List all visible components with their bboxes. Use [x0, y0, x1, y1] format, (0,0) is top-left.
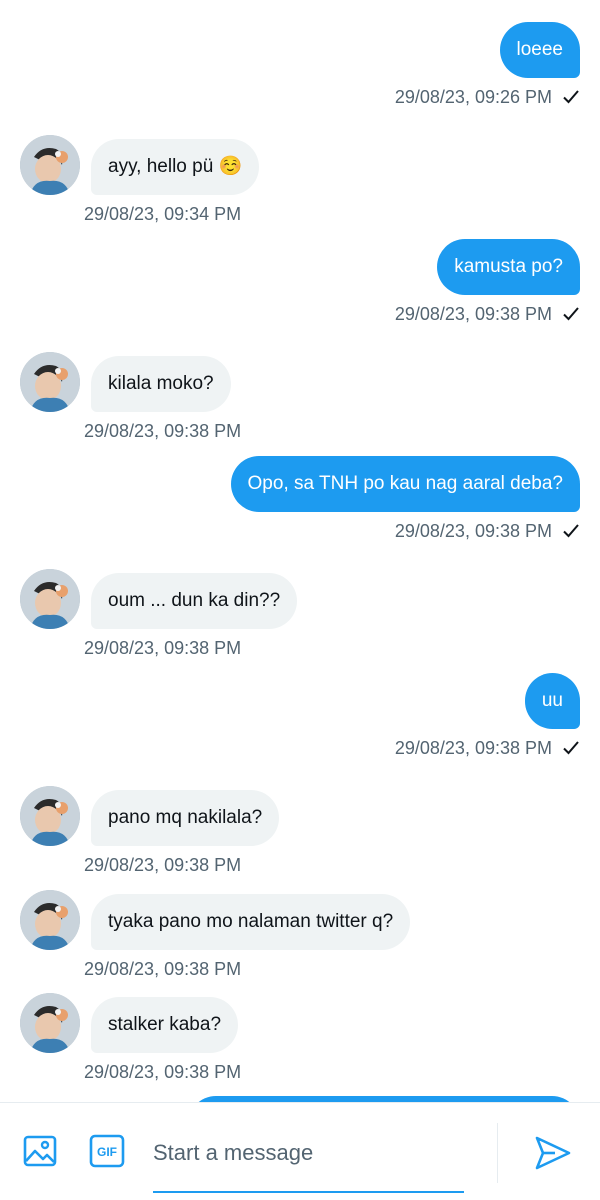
- message-bubble[interactable]: Opo, sa TNH po kau nag aaral deba?: [230, 456, 580, 512]
- message-timestamp: 29/08/23, 09:34 PM: [84, 204, 242, 224]
- message-timestamp: 29/08/23, 09:38 PM: [394, 521, 552, 541]
- avatar[interactable]: [20, 135, 80, 195]
- checkmark-icon: [562, 739, 580, 757]
- message-input-wrapper: [153, 1125, 464, 1193]
- avatar[interactable]: [20, 569, 80, 629]
- checkmark-icon: [562, 305, 580, 323]
- message-timestamp: 29/08/23, 09:38 PM: [84, 1062, 242, 1082]
- message-input[interactable]: [153, 1125, 464, 1181]
- message-timestamp: 29/08/23, 09:38 PM: [394, 304, 552, 324]
- message-bubble[interactable]: tyaka pano mo nalaman twitter q?: [91, 894, 411, 950]
- message-bubble[interactable]: stalker kaba?: [91, 997, 239, 1053]
- message-timestamp: 29/08/23, 09:38 PM: [84, 638, 242, 658]
- message-timestamp: 29/08/23, 09:26 PM: [394, 87, 552, 107]
- message-bubble[interactable]: ayy, hello pü ☺️: [91, 139, 260, 195]
- avatar[interactable]: [20, 786, 80, 846]
- checkmark-icon: [562, 522, 580, 540]
- message-timestamp: 29/08/23, 09:38 PM: [84, 855, 242, 875]
- message-timestamp: 29/08/23, 09:38 PM: [84, 959, 242, 979]
- composer-divider: [497, 1123, 498, 1183]
- message-meta: 29/08/23, 09:38 PM: [395, 520, 580, 542]
- message-timestamp: 29/08/23, 09:38 PM: [394, 738, 552, 758]
- avatar[interactable]: [20, 993, 80, 1053]
- gif-label: GIF: [97, 1145, 117, 1159]
- checkmark-icon: [562, 88, 580, 106]
- message-meta: 29/08/23, 09:26 PM: [395, 86, 580, 108]
- message-bubble[interactable]: kamusta po?: [437, 239, 580, 295]
- image-icon[interactable]: [22, 1133, 58, 1169]
- message-timestamp: 29/08/23, 09:38 PM: [84, 421, 242, 441]
- gif-icon[interactable]: GIF: [89, 1133, 125, 1169]
- avatar[interactable]: [20, 890, 80, 950]
- dm-conversation-screen: loeee 29/08/23, 09:26 PM ayy, hello pü ☺…: [0, 0, 600, 1200]
- message-bubble[interactable]: pano mq nakilala?: [91, 790, 280, 846]
- message-bubble[interactable]: uu: [524, 673, 580, 729]
- message-composer: GIF: [0, 1102, 600, 1200]
- message-bubble[interactable]: oum ... dun ka din??: [91, 573, 298, 629]
- send-icon[interactable]: [533, 1133, 573, 1173]
- avatar[interactable]: [20, 352, 80, 412]
- message-bubble[interactable]: loeee: [499, 22, 580, 78]
- message-meta: 29/08/23, 09:38 PM: [395, 303, 580, 325]
- message-meta: 29/08/23, 09:38 PM: [395, 737, 580, 759]
- message-thread[interactable]: loeee 29/08/23, 09:26 PM ayy, hello pü ☺…: [0, 0, 600, 1200]
- message-bubble[interactable]: kilala moko?: [91, 356, 231, 412]
